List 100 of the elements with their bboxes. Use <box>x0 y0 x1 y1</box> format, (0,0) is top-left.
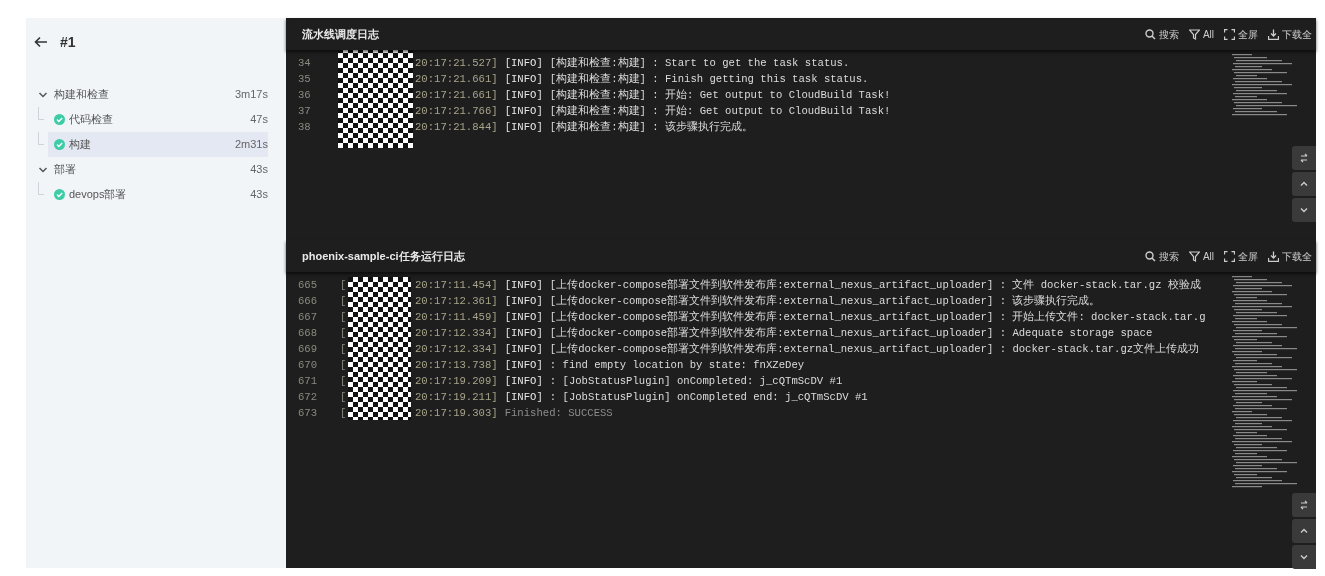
log-message: [构建和检查:构建] : Finish getting this task status. <box>549 72 869 88</box>
log-level: [INFO] <box>504 374 543 390</box>
download-button[interactable]: 下载全 <box>1268 26 1312 42</box>
search-icon <box>1144 28 1156 40</box>
log-level: [INFO] <box>504 326 543 342</box>
scroll-down-button[interactable] <box>1292 545 1316 569</box>
log-level: [INFO] <box>504 120 543 136</box>
stage-duration: 3m17s <box>234 87 268 103</box>
bracket: [ <box>340 358 348 374</box>
line-number: 665 <box>297 278 319 294</box>
panel-title: 流水线调度日志 <box>302 26 379 42</box>
chevron-down-icon <box>1299 552 1309 562</box>
log-message: [构建和检查:构建] : 开始: Get output to CloudBuild Task! <box>549 104 891 120</box>
timestamp: 20:17:21.844] <box>415 120 498 136</box>
log-message: [上传docker-compose部署文件到软件发布库:external_nexus_artifact_uploader] : 文件 docker-stack.tar.gz 校验成 <box>549 278 1201 294</box>
job-name: 构建 <box>69 137 91 153</box>
timestamp: 20:17:21.527] <box>415 56 498 72</box>
filter-button[interactable]: All <box>1188 26 1214 42</box>
line-number: 34 <box>297 56 312 72</box>
line-number: 38 <box>297 120 312 136</box>
log-message: [上传docker-compose部署文件到软件发布库:external_nexus_artifact_uploader] : Adequate storage space <box>549 326 1153 342</box>
log-level: [INFO] <box>504 358 543 374</box>
search-button[interactable]: 搜索 <box>1144 26 1179 42</box>
timestamp: 20:17:19.211] <box>415 390 498 406</box>
line-number: 36 <box>297 88 312 104</box>
fullscreen-icon <box>1224 250 1235 262</box>
job-row[interactable]: 代码检查 47s <box>48 107 268 132</box>
bracket: [ <box>340 278 348 294</box>
download-button[interactable]: 下载全 <box>1268 248 1312 264</box>
timestamp: 20:17:12.334] <box>415 342 498 358</box>
log-level: [INFO] <box>504 88 543 104</box>
stage-row[interactable]: 部署 43s <box>34 157 268 182</box>
line-number: 672 <box>297 390 319 406</box>
log-message: [上传docker-compose部署文件到软件发布库:external_nexus_artifact_uploader] : 该步骤执行完成。 <box>549 294 1101 310</box>
chevron-down-icon <box>1299 205 1309 215</box>
log-message: : [JobStatusPlugin] onCompleted end: j_cQTmScDV #1 <box>549 390 868 406</box>
line-number: 669 <box>297 342 319 358</box>
log-message: : find empty location by state: fnXZeDey <box>549 358 805 374</box>
swap-button[interactable] <box>1292 493 1316 517</box>
scroll-up-button[interactable] <box>1292 172 1316 196</box>
log-message: Finished: SUCCESS <box>504 406 613 422</box>
timestamp: 20:17:21.766] <box>415 104 498 120</box>
timestamp: 20:17:13.738] <box>415 358 498 374</box>
log-level: [INFO] <box>504 390 543 406</box>
bracket: [ <box>340 294 348 310</box>
bracket: [ <box>340 406 348 422</box>
swap-arrows-icon <box>1299 500 1309 510</box>
download-icon <box>1268 250 1279 262</box>
chevron-up-icon <box>1299 179 1309 189</box>
scroll-up-button[interactable] <box>1292 519 1316 543</box>
search-button[interactable]: 搜索 <box>1144 248 1179 264</box>
bracket: [ <box>340 342 348 358</box>
job-row[interactable]: devops部署 43s <box>48 182 268 207</box>
filter-button[interactable]: All <box>1188 248 1214 264</box>
line-number: 670 <box>297 358 319 374</box>
line-number: 668 <box>297 326 319 342</box>
filter-icon <box>1188 28 1200 40</box>
job-row[interactable]: 构建 2m31s <box>48 132 268 157</box>
job-duration: 43s <box>250 187 268 203</box>
bracket: [ <box>340 390 348 406</box>
line-number: 667 <box>297 310 319 326</box>
fullscreen-button[interactable]: 全屏 <box>1224 26 1258 42</box>
line-number: 671 <box>297 374 319 390</box>
build-number: #1 <box>60 32 76 52</box>
line-number: 35 <box>297 72 312 88</box>
timestamp: 20:17:21.661] <box>415 72 498 88</box>
bracket: [ <box>340 326 348 342</box>
line-number: 666 <box>297 294 319 310</box>
panel-title: phoenix-sample-ci任务运行日志 <box>302 248 465 264</box>
stage-name: 构建和检查 <box>54 87 109 103</box>
log-level: [INFO] <box>504 342 543 358</box>
fullscreen-button[interactable]: 全屏 <box>1224 248 1258 264</box>
log-level: [INFO] <box>504 104 543 120</box>
swap-arrows-icon <box>1299 153 1309 163</box>
log-message: [构建和检查:构建] : Start to get the task status. <box>549 56 850 72</box>
log-message: : [JobStatusPlugin] onCompleted: j_cQTmScDV #1 <box>549 374 843 390</box>
timestamp: 20:17:12.334] <box>415 326 498 342</box>
log-message: [构建和检查:构建] : 该步骤执行完成。 <box>549 120 753 136</box>
timestamp: 20:17:19.303] <box>415 406 498 422</box>
log-message: [上传docker-compose部署文件到软件发布库:external_nexus_artifact_uploader] : 开始上传文件: docker-stack.tar.g <box>549 310 1206 326</box>
swap-button[interactable] <box>1292 146 1316 170</box>
search-icon <box>1144 250 1156 262</box>
stage-duration: 43s <box>250 162 268 178</box>
back-arrow-icon <box>34 36 48 48</box>
stage-row[interactable]: 构建和检查 3m17s <box>34 82 268 107</box>
line-number: 37 <box>297 104 312 120</box>
back-button[interactable] <box>34 36 48 48</box>
job-name: devops部署 <box>69 187 127 203</box>
log-message: [构建和检查:构建] : 开始: Get output to CloudBuild Task! <box>549 88 891 104</box>
log-message: [上传docker-compose部署文件到软件发布库:external_nexus_artifact_uploader] : docker-stack.tar.gz文件上传成功 <box>549 342 1200 358</box>
log-level: [INFO] <box>504 278 543 294</box>
scroll-down-button[interactable] <box>1292 198 1316 222</box>
bracket: [ <box>340 310 348 326</box>
download-icon <box>1268 28 1279 40</box>
timestamp: 20:17:19.209] <box>415 374 498 390</box>
bracket: [ <box>340 374 348 390</box>
timestamp: 20:17:12.361] <box>415 294 498 310</box>
job-duration: 47s <box>250 112 268 128</box>
fullscreen-icon <box>1224 28 1235 40</box>
timestamp: 20:17:21.661] <box>415 88 498 104</box>
